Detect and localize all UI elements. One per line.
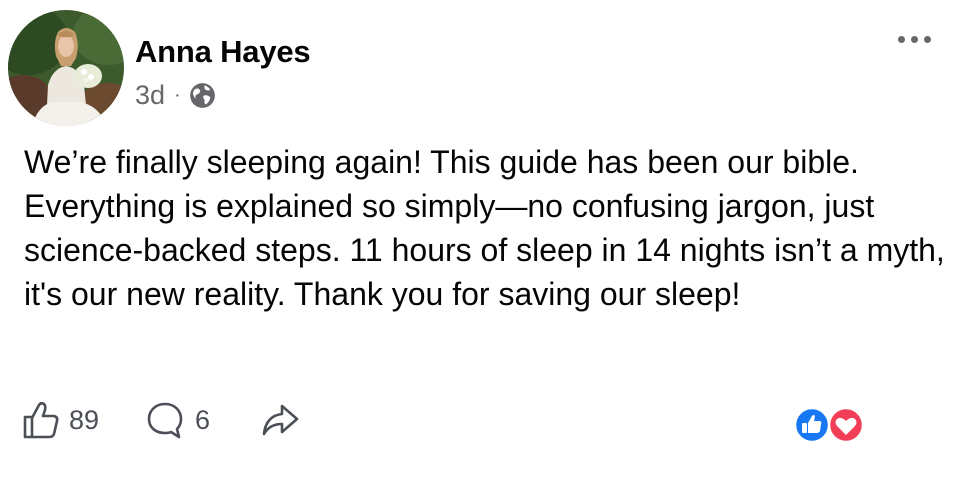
meta-separator: · — [174, 84, 181, 106]
post-timestamp[interactable]: 3d — [135, 80, 165, 111]
avatar-photo — [8, 10, 124, 126]
like-count: 89 — [69, 404, 100, 435]
like-reaction-icon — [793, 406, 831, 444]
more-dot — [911, 36, 918, 43]
share-arrow-icon — [262, 404, 299, 436]
comment-count: 6 — [195, 404, 211, 435]
post-meta: 3d · — [135, 80, 216, 111]
post-text: We’re finally sleeping again! This guide… — [24, 144, 945, 312]
globe-icon[interactable] — [189, 82, 216, 109]
more-dot — [924, 36, 931, 43]
comment-button[interactable]: 6 — [145, 400, 210, 440]
love-reaction-icon — [827, 406, 865, 444]
more-options-icon[interactable] — [898, 36, 931, 43]
author-name[interactable]: Anna Hayes — [135, 34, 311, 70]
facebook-post-card: Anna Hayes 3d · We’re finally sleeping a… — [0, 0, 970, 482]
like-button[interactable]: 89 — [22, 400, 99, 440]
reaction-summary[interactable] — [790, 406, 870, 444]
avatar[interactable] — [8, 10, 124, 126]
comment-bubble-icon — [147, 402, 183, 439]
action-bar: 89 6 — [22, 400, 300, 440]
thumbs-up-outline-icon — [23, 401, 59, 439]
more-dot — [898, 36, 905, 43]
share-button[interactable] — [260, 401, 300, 439]
